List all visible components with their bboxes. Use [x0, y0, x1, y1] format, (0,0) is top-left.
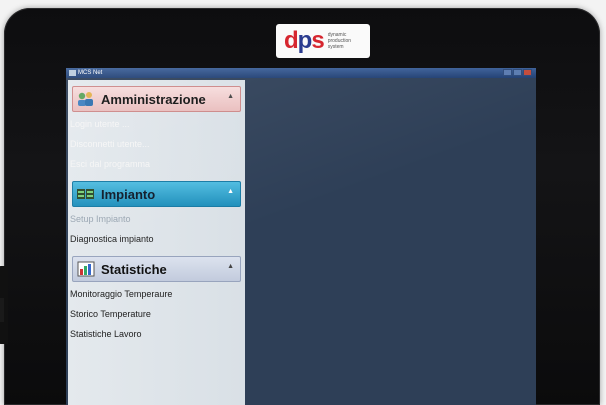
group-header-statistiche[interactable]: Statistiche ▲	[72, 256, 241, 282]
group-items-amministrazione: Login utente ... Disconnetti utente... E…	[68, 112, 245, 175]
dps-logo: dps dynamic production system	[276, 24, 370, 58]
group-label: Impianto	[101, 186, 156, 202]
group-items-statistiche: Monitoraggio Temperaure Storico Temperat…	[68, 282, 245, 345]
menu-item-diagnostica[interactable]: Diagnostica impianto	[68, 230, 245, 250]
menu-item-monitoraggio[interactable]: Monitoraggio Temperaure	[68, 285, 245, 305]
side-switch	[0, 298, 4, 322]
group-items-impianto: Setup Impianto Diagnostica impianto	[68, 207, 245, 250]
menu-item-statistiche-lavoro[interactable]: Statistiche Lavoro	[68, 325, 245, 345]
group-header-amministrazione[interactable]: Amministrazione ▲	[72, 86, 241, 112]
close-button[interactable]	[523, 69, 532, 76]
menu-item-login[interactable]: Login utente ...	[68, 115, 245, 135]
group-label: Amministrazione	[101, 91, 206, 107]
maximize-button[interactable]	[513, 69, 522, 76]
logo-text: dynamic production system	[327, 32, 352, 50]
collapse-icon[interactable]: ▲	[227, 93, 234, 100]
window-controls	[503, 69, 532, 76]
collapse-icon[interactable]: ▲	[227, 263, 234, 270]
group-label: Statistiche	[101, 261, 167, 277]
window-title: MCS Net	[78, 70, 103, 76]
menu-item-disconnetti[interactable]: Disconnetti utente...	[68, 135, 245, 155]
users-icon	[75, 90, 97, 108]
plant-icon	[75, 185, 97, 203]
chart-icon	[75, 260, 97, 278]
screen: MCS Net Amministrazione ▲ Login utente .…	[66, 68, 536, 405]
menu-item-esci[interactable]: Esci dal programma	[68, 155, 245, 175]
minimize-button[interactable]	[503, 69, 512, 76]
group-header-impianto[interactable]: Impianto ▲	[72, 181, 241, 207]
window-titlebar: MCS Net	[66, 68, 536, 78]
sidebar: Amministrazione ▲ Login utente ... Disco…	[68, 80, 245, 405]
menu-item-setup-impianto[interactable]: Setup Impianto	[68, 210, 245, 230]
menu-item-storico[interactable]: Storico Temperature	[68, 305, 245, 325]
app-icon	[69, 70, 76, 76]
dps-logo-mark: dps	[284, 27, 325, 54]
collapse-icon[interactable]: ▲	[227, 188, 234, 195]
